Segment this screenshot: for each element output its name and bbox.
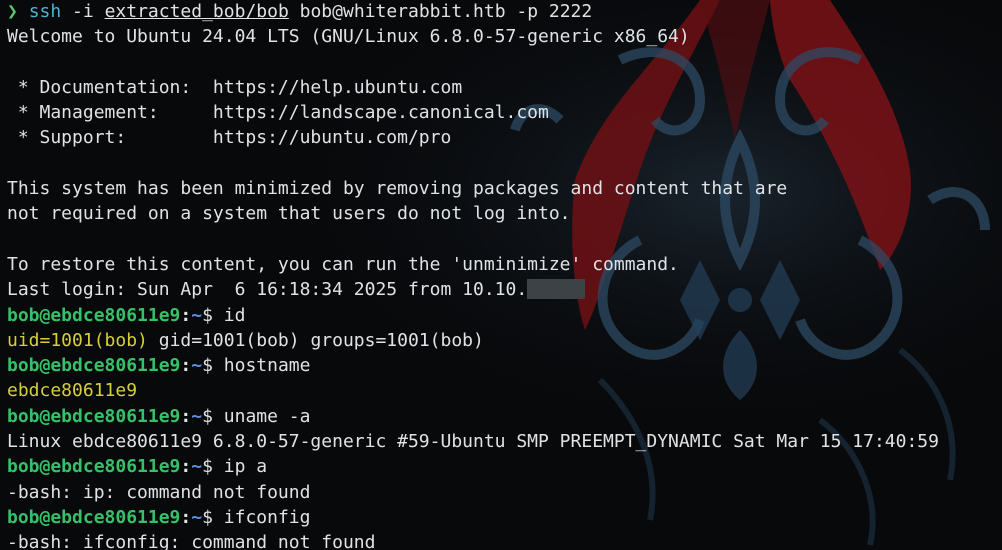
command-output: ebdce80611e9 (7, 380, 138, 402)
command-text: id (223, 304, 246, 326)
prompt-line: bob@ebdce80611e9:~$ hostname (7, 353, 939, 378)
motd-minimized-2: not required on a system that users do n… (7, 203, 571, 225)
command-output: -bash: ifconfig: command not found (7, 532, 376, 550)
terminal-output: ❯ ssh -i extracted_bob/bob bob@whiterabb… (7, 0, 939, 550)
prompt-cwd: ~ (191, 506, 203, 528)
prompt-line: bob@ebdce80611e9:~$ ip a (7, 454, 939, 479)
prompt-cwd: ~ (191, 405, 203, 427)
ssh-command-name: ssh (28, 1, 62, 22)
gid-groups-value: gid=1001(bob) groups=1001(bob) (147, 329, 484, 351)
prompt-line: bob@ebdce80611e9:~$ id (7, 303, 939, 328)
prompt-dollar: $ (202, 506, 224, 528)
motd-minimized-1: This system has been minimized by removi… (7, 178, 788, 200)
prompt-cwd: ~ (191, 456, 203, 478)
prompt-line: bob@ebdce80611e9:~$ uname -a (7, 404, 939, 429)
last-login-line: Last login: Sun Apr 6 16:18:34 2025 from… (7, 277, 939, 302)
command-output: Linux ebdce80611e9 6.8.0-57-generic #59-… (7, 431, 939, 453)
prompt-user-host: bob@ebdce80611e9 (7, 304, 181, 326)
blank-line (7, 50, 939, 75)
prompt-colon: : (180, 405, 192, 427)
prompt-user-host: bob@ebdce80611e9 (7, 456, 181, 478)
blank-line (7, 227, 939, 252)
uid-value: uid=1001(bob) (7, 329, 148, 351)
prompt-dollar: $ (202, 405, 224, 427)
prompt-dollar: $ (202, 456, 224, 478)
ssh-key-path: extracted_bob/bob (104, 1, 289, 22)
command-output: -bash: ip: command not found (7, 481, 311, 503)
command-text: uname -a (223, 405, 311, 427)
motd-support: * Support: https://ubuntu.com/pro (7, 127, 452, 149)
ssh-target: bob@whiterabbit.htb -p 2222 (288, 1, 593, 22)
prompt-colon: : (180, 456, 192, 478)
motd-restore: To restore this content, you can run the… (7, 253, 679, 275)
last-login-text: Last login: Sun Apr 6 16:18:34 2025 from… (7, 279, 528, 301)
terminal-window[interactable]: ❯ ssh -i extracted_bob/bob bob@whiterabb… (0, 0, 1002, 550)
prompt-user-host: bob@ebdce80611e9 (7, 355, 181, 377)
motd-welcome: Welcome to Ubuntu 24.04 LTS (GNU/Linux 6… (7, 26, 690, 48)
prompt-dollar: $ (202, 355, 224, 377)
command-text: hostname (223, 355, 311, 377)
prompt-user-host: bob@ebdce80611e9 (7, 506, 181, 528)
motd-management: * Management: https://landscape.canonica… (7, 102, 549, 124)
prompt-user-host: bob@ebdce80611e9 (7, 405, 181, 427)
command-text: ifconfig (223, 506, 311, 528)
prompt-dollar: $ (202, 304, 224, 326)
ssh-command-line: ❯ ssh -i extracted_bob/bob bob@whiterabb… (7, 0, 939, 24)
blank-line (7, 151, 939, 176)
prompt-line: bob@ebdce80611e9:~$ ifconfig (7, 505, 939, 530)
ssh-identity-flag: -i (61, 1, 105, 22)
motd-documentation: * Documentation: https://help.ubuntu.com (7, 76, 463, 98)
prompt-colon: : (180, 304, 192, 326)
prompt-cwd: ~ (191, 355, 203, 377)
prompt-cwd: ~ (191, 304, 203, 326)
prompt-colon: : (180, 355, 192, 377)
prompt-arrow-icon: ❯ (7, 1, 18, 22)
redacted-ip-block (527, 279, 586, 300)
command-text: ip a (223, 456, 268, 478)
prompt-colon: : (180, 506, 192, 528)
command-output: uid=1001(bob) gid=1001(bob) groups=1001(… (7, 328, 939, 353)
